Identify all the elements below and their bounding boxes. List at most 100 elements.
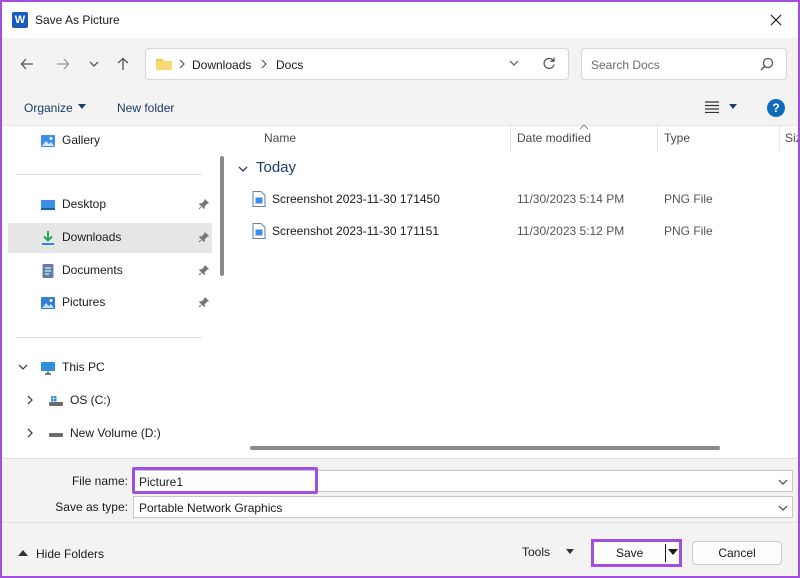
back-button[interactable] <box>15 52 39 76</box>
caret-down-icon[interactable] <box>566 549 574 555</box>
close-button[interactable] <box>758 6 794 34</box>
sidebar-item-label: OS (C:) <box>70 393 111 407</box>
up-button[interactable] <box>111 52 135 76</box>
save-as-type-value: Portable Network Graphics <box>139 501 283 515</box>
save-as-dialog: W Save As Picture Downloads Docs Search … <box>0 0 800 578</box>
png-file-icon <box>252 223 266 239</box>
forward-button[interactable] <box>51 52 75 76</box>
refresh-icon[interactable] <box>542 56 556 70</box>
drive-os-icon <box>49 396 63 406</box>
navigation-bar: Downloads Docs Search Docs <box>2 38 798 90</box>
column-separator[interactable] <box>657 126 658 152</box>
column-separator[interactable] <box>779 126 780 152</box>
column-separator[interactable] <box>510 126 511 152</box>
navigation-pane: Gallery Desktop Downloads Documents Pict… <box>2 126 230 458</box>
caret-down-icon <box>78 104 86 109</box>
folder-icon <box>156 59 172 70</box>
organize-button[interactable]: Organize <box>24 101 73 115</box>
sidebar-item-new-volume[interactable]: New Volume (D:) <box>8 419 212 449</box>
gallery-icon <box>41 135 55 147</box>
column-header-size[interactable]: Size <box>785 131 798 145</box>
sidebar-item-label: Desktop <box>62 197 107 211</box>
column-header-type[interactable]: Type <box>664 131 690 145</box>
help-icon[interactable]: ? <box>767 99 785 117</box>
close-icon <box>770 14 782 26</box>
search-input[interactable]: Search Docs <box>581 48 787 80</box>
group-label: Today <box>256 159 297 176</box>
column-header-name[interactable]: Name <box>264 131 296 145</box>
file-row[interactable]: Screenshot 2023-11-30 171151 11/30/2023 … <box>238 217 794 245</box>
file-name-label: File name: <box>71 474 128 488</box>
save-button[interactable]: Save <box>591 539 682 567</box>
sidebar-item-label: New Volume (D:) <box>70 426 161 440</box>
search-icon <box>760 57 774 71</box>
file-date: 11/30/2023 5:12 PM <box>517 224 625 238</box>
computer-icon <box>41 362 55 375</box>
dialog-footer: Hide Folders Tools Save Cancel <box>2 522 798 576</box>
file-list: Name Date modified Type Size Today Scree… <box>230 124 798 458</box>
column-header-date-modified[interactable]: Date modified <box>517 131 591 145</box>
dialog-title: Save As Picture <box>35 13 120 27</box>
view-options-icon[interactable] <box>705 101 719 113</box>
breadcrumb-docs[interactable]: Docs <box>276 58 303 72</box>
tools-button[interactable]: Tools <box>522 545 550 559</box>
sidebar-item-downloads[interactable]: Downloads <box>8 223 212 253</box>
download-icon <box>42 231 54 245</box>
save-as-type-label: Save as type: <box>55 500 128 514</box>
file-list-horizontal-scrollbar[interactable] <box>250 446 720 450</box>
sidebar-item-label: Downloads <box>62 230 122 244</box>
file-date: 11/30/2023 5:14 PM <box>517 192 625 206</box>
file-name-value: Picture1 <box>139 475 184 489</box>
sidebar-item-this-pc[interactable]: This PC <box>8 353 212 383</box>
address-bar[interactable]: Downloads Docs <box>145 48 569 80</box>
sidebar-item-desktop[interactable]: Desktop <box>8 190 212 220</box>
chevron-down-icon[interactable] <box>18 362 28 372</box>
pin-icon[interactable] <box>198 231 210 243</box>
arrow-left-icon <box>20 58 33 70</box>
recent-locations-button[interactable] <box>82 52 106 76</box>
sidebar-scrollbar[interactable] <box>220 156 224 276</box>
breadcrumb-downloads[interactable]: Downloads <box>192 58 251 72</box>
chevron-right-icon <box>179 59 185 69</box>
command-bar: Organize New folder ? <box>2 90 798 126</box>
desktop-icon <box>41 200 55 210</box>
sidebar-item-label: This PC <box>62 360 105 374</box>
file-type: PNG File <box>664 192 713 206</box>
chevron-down-icon <box>238 166 248 172</box>
save-label: Save <box>616 546 644 560</box>
sidebar-item-gallery[interactable]: Gallery <box>8 126 212 156</box>
sidebar-item-label: Pictures <box>62 295 106 309</box>
file-type: PNG File <box>664 224 713 238</box>
chevron-right-icon[interactable] <box>26 428 34 438</box>
address-dropdown-icon[interactable] <box>508 57 520 69</box>
caret-down-icon[interactable] <box>729 104 737 110</box>
save-as-type-select[interactable]: Portable Network Graphics <box>133 496 793 518</box>
file-name: Screenshot 2023-11-30 171450 <box>272 192 440 206</box>
cancel-button[interactable]: Cancel <box>692 541 782 565</box>
hide-folders-label: Hide Folders <box>36 547 105 561</box>
documents-icon <box>42 264 54 278</box>
file-name-field[interactable]: Picture1 <box>133 470 793 492</box>
chevron-down-icon[interactable] <box>778 504 788 512</box>
file-row[interactable]: Screenshot 2023-11-30 171450 11/30/2023 … <box>238 185 794 213</box>
sidebar-item-label: Documents <box>62 263 123 277</box>
drive-icon <box>49 433 63 437</box>
pictures-icon <box>41 297 55 309</box>
sidebar-item-os-c[interactable]: OS (C:) <box>8 386 212 416</box>
save-fields: File name: Picture1 Save as type: Portab… <box>2 458 798 522</box>
pin-icon[interactable] <box>198 198 210 210</box>
pin-icon[interactable] <box>198 264 210 276</box>
chevron-right-icon[interactable] <box>26 395 34 405</box>
sidebar-item-documents[interactable]: Documents <box>8 256 212 286</box>
arrow-up-icon <box>117 57 129 70</box>
chevron-down-icon[interactable] <box>778 478 788 486</box>
new-folder-button[interactable]: New folder <box>117 101 174 115</box>
caret-down-icon[interactable] <box>668 549 678 556</box>
sidebar-item-pictures[interactable]: Pictures <box>8 288 212 318</box>
pin-icon[interactable] <box>198 296 210 308</box>
sidebar-item-label: Gallery <box>62 133 101 147</box>
sidebar-divider <box>16 337 202 338</box>
chevron-down-icon <box>89 61 99 67</box>
arrow-right-icon <box>57 58 70 70</box>
title-bar: W Save As Picture <box>2 2 798 38</box>
